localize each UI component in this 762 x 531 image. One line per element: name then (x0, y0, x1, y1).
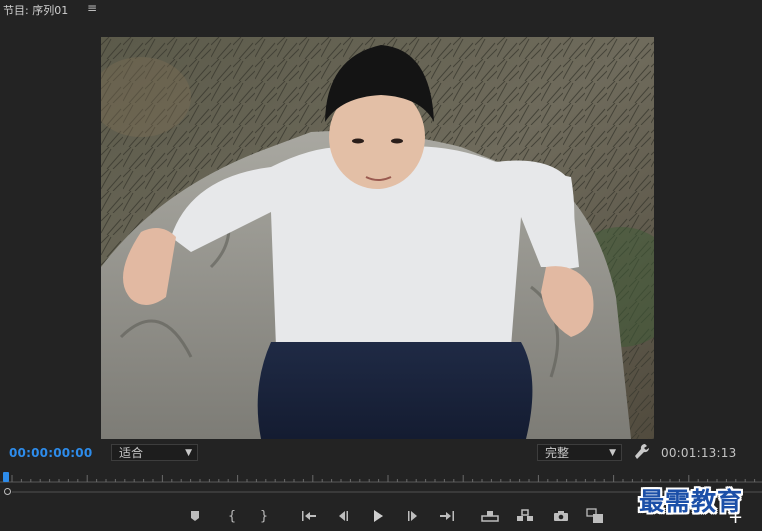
duration-timecode: 00:01:13:13 (661, 446, 737, 460)
panel-menu-icon[interactable]: ≡ (87, 1, 97, 15)
compare-view-button[interactable] (585, 505, 605, 527)
camera-icon (554, 511, 568, 521)
go-to-in-button[interactable] (299, 505, 319, 527)
playhead[interactable] (3, 472, 9, 482)
extract-icon (517, 509, 533, 521)
mark-out-icon: } (259, 508, 269, 524)
step-back-button[interactable] (333, 505, 353, 527)
mark-in-icon: { (227, 508, 237, 524)
zoom-level-dropdown[interactable]: 适合 ▼ (111, 444, 198, 461)
go-to-in-icon (302, 511, 316, 521)
export-frame-button[interactable] (551, 505, 571, 527)
mark-in-button[interactable]: { (222, 505, 242, 527)
chevron-down-icon: ▼ (609, 448, 616, 458)
playback-resolution-dropdown[interactable]: 完整 ▼ (537, 444, 622, 461)
lift-button[interactable] (480, 505, 500, 527)
playback-resolution-value: 完整 (545, 446, 570, 460)
go-to-out-button[interactable] (437, 505, 457, 527)
play-button[interactable] (368, 505, 388, 527)
mark-out-button[interactable]: } (254, 505, 274, 527)
chevron-down-icon: ▼ (185, 448, 192, 458)
panel-header: 节目: 序列01 ≡ (0, 0, 762, 18)
current-timecode[interactable]: 00:00:00:00 (9, 446, 92, 460)
zoom-scroll-handle[interactable] (4, 488, 11, 495)
zoom-level-value: 适合 (119, 446, 144, 460)
go-to-out-icon (440, 511, 454, 521)
add-button-icon[interactable]: + (728, 509, 743, 527)
panel-title[interactable]: 节目: 序列01 (3, 2, 68, 18)
compare-icon (586, 508, 603, 523)
lift-icon (481, 511, 499, 522)
marker-icon (191, 511, 199, 521)
wrench-icon[interactable] (634, 443, 650, 461)
step-back-icon (339, 511, 348, 521)
extract-button[interactable] (515, 505, 535, 527)
step-forward-icon (408, 511, 417, 521)
step-forward-button[interactable] (403, 505, 423, 527)
program-monitor-viewer[interactable] (101, 37, 654, 439)
video-frame-image (101, 37, 654, 439)
add-marker-button[interactable] (185, 505, 205, 527)
play-icon (374, 510, 383, 522)
